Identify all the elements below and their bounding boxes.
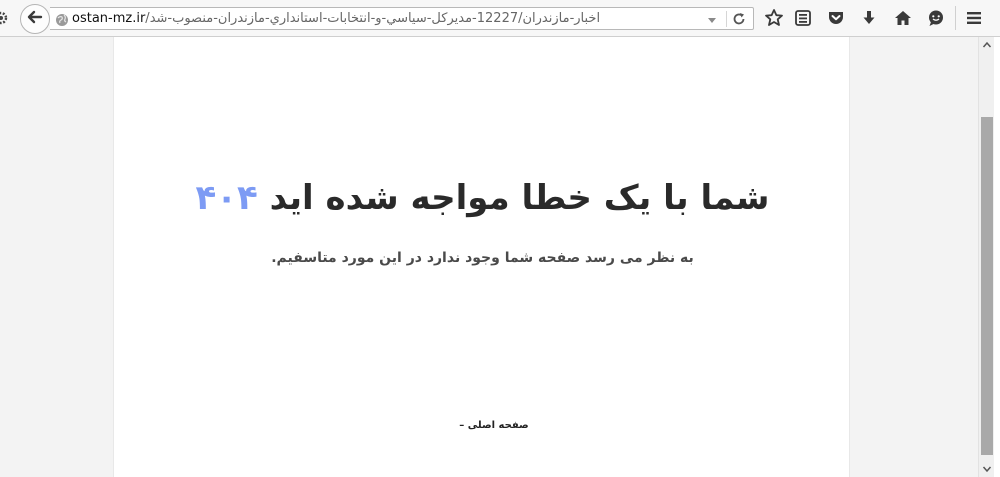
globe-icon[interactable] bbox=[55, 12, 69, 26]
toolbar-divider bbox=[955, 6, 956, 30]
error-message: به نظر می رسد صفحه شما وجود ندارد در این… bbox=[271, 250, 694, 266]
scroll-down-icon[interactable] bbox=[979, 461, 995, 477]
chevron-down-icon[interactable] bbox=[705, 12, 719, 26]
url-text[interactable]: ostan-mz.ir/اخبار-مازندران/12227-مديرکل-… bbox=[72, 10, 712, 28]
error-page: شما با یک خطا مواجه شده اید ۴۰۴ به نظر م… bbox=[113, 37, 850, 477]
window-edge bbox=[994, 37, 1000, 477]
page-viewport: شما با یک خطا مواجه شده اید ۴۰۴ به نظر م… bbox=[0, 37, 978, 477]
error-code: ۴۰۴ bbox=[195, 178, 258, 218]
address-bar[interactable]: ostan-mz.ir/اخبار-مازندران/12227-مديرکل-… bbox=[50, 7, 754, 30]
url-path: /اخبار-مازندران/12227-مديرکل-سياسي-و-انت… bbox=[145, 11, 601, 26]
error-headline: شما با یک خطا مواجه شده اید ۴۰۴ bbox=[114, 173, 851, 223]
reload-icon[interactable] bbox=[731, 11, 747, 27]
download-icon[interactable] bbox=[859, 8, 879, 28]
back-button[interactable] bbox=[20, 4, 50, 34]
headline-text: شما با یک خطا مواجه شده اید bbox=[269, 178, 770, 218]
back-arrow-icon bbox=[26, 8, 44, 30]
reading-list-icon[interactable] bbox=[793, 8, 813, 28]
star-icon[interactable] bbox=[764, 8, 784, 28]
url-domain: ostan-mz.ir bbox=[72, 11, 146, 26]
scroll-up-icon[interactable] bbox=[979, 37, 995, 53]
vertical-scrollbar[interactable] bbox=[978, 37, 994, 477]
url-divider bbox=[726, 11, 727, 27]
chat-icon[interactable] bbox=[926, 8, 946, 28]
hamburger-menu-icon[interactable] bbox=[964, 8, 984, 28]
pocket-icon[interactable] bbox=[826, 8, 846, 28]
browser-toolbar: ostan-mz.ir/اخبار-مازندران/12227-مديرکل-… bbox=[0, 0, 1000, 37]
scrollbar-thumb[interactable] bbox=[981, 117, 993, 455]
home-icon[interactable] bbox=[893, 8, 913, 28]
gear-icon[interactable] bbox=[0, 8, 11, 28]
home-page-link[interactable]: صفحه اصلی – bbox=[414, 417, 574, 435]
